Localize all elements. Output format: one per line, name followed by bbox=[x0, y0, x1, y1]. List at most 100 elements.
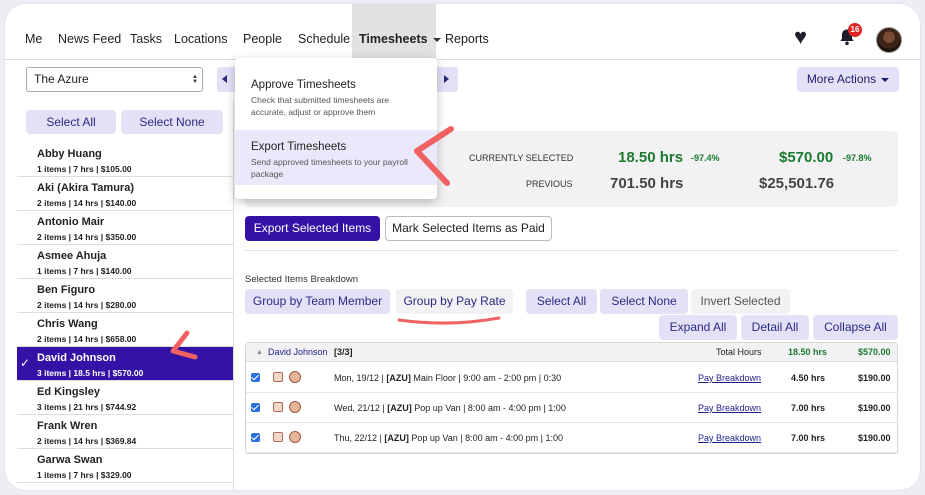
caret-down-icon bbox=[432, 37, 441, 42]
people-select-none-button[interactable]: Select None bbox=[121, 110, 223, 134]
person-item[interactable]: Garwa Swan 1 items | 7 hrs | $329.00 bbox=[17, 449, 233, 483]
group-by-team-button[interactable]: Group by Team Member bbox=[245, 289, 390, 314]
timesheet-icon bbox=[273, 372, 283, 382]
group-count: [3/3] bbox=[334, 347, 353, 357]
person-name: Frank Wren bbox=[37, 420, 98, 432]
person-item[interactable]: Ben Figuro 2 items | 14 hrs | $280.00 bbox=[17, 279, 233, 313]
person-summary: 1 items | 7 hrs | $140.00 bbox=[37, 266, 132, 276]
detail-all-button[interactable]: Detail All bbox=[741, 315, 809, 340]
pay-icon bbox=[289, 401, 301, 413]
shift-date: Wed, 21/12 | bbox=[334, 403, 388, 413]
currently-selected-label: CURRENTLY SELECTED bbox=[469, 153, 574, 163]
nav-reports[interactable]: Reports bbox=[445, 4, 489, 60]
person-summary: 2 items | 14 hrs | $140.00 bbox=[37, 198, 137, 208]
person-summary: 2 items | 14 hrs | $280.00 bbox=[37, 300, 137, 310]
avatar[interactable] bbox=[876, 27, 902, 53]
person-name: Asmee Ahuja bbox=[37, 250, 107, 262]
person-item[interactable]: Chris Wang 2 items | 14 hrs | $658.00 bbox=[17, 313, 233, 347]
export-selected-button[interactable]: Export Selected Items bbox=[245, 216, 380, 241]
group-header[interactable]: ▲ David Johnson [3/3] Total Hours 18.50 … bbox=[246, 343, 897, 362]
arrow-left-icon bbox=[222, 75, 227, 83]
person-item[interactable]: ✓ David Johnson 3 items | 18.5 hrs | $570.… bbox=[17, 347, 233, 381]
shift-description: Pop up Van | 8:00 am - 4:00 pm | 1:00 bbox=[408, 433, 563, 443]
heart-icon[interactable]: ♥ bbox=[794, 26, 807, 48]
row-hours: 7.00 hrs bbox=[791, 433, 826, 443]
shift-description: Main Floor | 9:00 am - 2:00 pm | 0:30 bbox=[410, 373, 562, 383]
person-summary: 1 items | 7 hrs | $329.00 bbox=[37, 470, 132, 480]
pay-breakdown-link[interactable]: Pay Breakdown bbox=[698, 433, 761, 443]
person-item[interactable]: Antonio Mair 2 items | 14 hrs | $350.00 bbox=[17, 211, 233, 245]
annotation-underline bbox=[397, 316, 501, 325]
collapse-all-button[interactable]: Collapse All bbox=[813, 315, 898, 340]
group-by-pay-rate-button[interactable]: Group by Pay Rate bbox=[396, 289, 513, 314]
person-name: David Johnson bbox=[37, 352, 116, 364]
top-nav: Me News Feed Tasks Locations People Sche… bbox=[5, 4, 920, 60]
timesheet-row: Thu, 22/12 | [AZU] Pop up Van | 8:00 am … bbox=[246, 423, 897, 453]
person-name: Aki (Akira Tamura) bbox=[37, 182, 134, 194]
person-name: Ben Figuro bbox=[37, 284, 96, 296]
person-item[interactable]: Asmee Ahuja 1 items | 7 hrs | $140.00 bbox=[17, 245, 233, 279]
menu-approve-timesheets[interactable]: Approve Timesheets Check that submitted … bbox=[235, 68, 437, 126]
current-amount-change: -97.8% bbox=[843, 153, 872, 163]
people-list: Abby Huang 1 items | 7 hrs | $105.00 Aki (… bbox=[17, 143, 233, 483]
nav-locations[interactable]: Locations bbox=[174, 4, 228, 60]
mark-paid-button[interactable]: Mark Selected Items as Paid bbox=[385, 216, 552, 241]
person-item[interactable]: Abby Huang 1 items | 7 hrs | $105.00 bbox=[17, 143, 233, 177]
shift-details: Mon, 19/12 | [AZU] Main Floor | 9:00 am … bbox=[334, 373, 561, 383]
check-icon: ✓ bbox=[20, 356, 31, 370]
person-item[interactable]: Frank Wren 2 items | 14 hrs | $369.84 bbox=[17, 415, 233, 449]
timesheet-icon bbox=[273, 402, 283, 412]
previous-label: PREVIOUS bbox=[526, 179, 573, 189]
notification-badge: 16 bbox=[848, 23, 862, 37]
select-none-button[interactable]: Select None bbox=[600, 289, 688, 314]
people-select-all-button[interactable]: Select All bbox=[26, 110, 116, 134]
more-actions-button[interactable]: More Actions bbox=[797, 67, 899, 92]
invert-selected-button[interactable]: Invert Selected bbox=[691, 289, 790, 314]
nav-timesheets[interactable]: Timesheets bbox=[352, 4, 441, 60]
app-window: Me News Feed Tasks Locations People Sche… bbox=[4, 3, 921, 491]
nav-people[interactable]: People bbox=[243, 4, 282, 60]
current-amount: $570.00 bbox=[779, 149, 834, 166]
expand-all-button[interactable]: Expand All bbox=[659, 315, 737, 340]
shift-location-code: [AZU] bbox=[384, 433, 409, 443]
pay-breakdown-link[interactable]: Pay Breakdown bbox=[698, 373, 761, 383]
next-period-button[interactable] bbox=[436, 67, 458, 92]
row-checkbox[interactable] bbox=[251, 403, 260, 412]
pay-breakdown-link[interactable]: Pay Breakdown bbox=[698, 403, 761, 413]
collapse-triangle-icon[interactable]: ▲ bbox=[256, 343, 263, 362]
group-total-hours: 18.50 hrs bbox=[788, 347, 828, 357]
person-summary: 3 items | 18.5 hrs | $570.00 bbox=[37, 368, 144, 378]
location-select[interactable]: The Azure ▲ ▼ bbox=[26, 67, 203, 92]
shift-location-code: [AZU] bbox=[387, 403, 412, 413]
sidebar-divider bbox=[233, 101, 234, 490]
person-summary: 2 items | 14 hrs | $369.84 bbox=[37, 436, 137, 446]
timesheet-icon bbox=[273, 432, 283, 442]
person-summary: 2 items | 14 hrs | $350.00 bbox=[37, 232, 137, 242]
nav-me[interactable]: Me bbox=[25, 4, 42, 60]
menu-export-timesheets[interactable]: Export Timesheets Send approved timeshee… bbox=[235, 130, 437, 185]
nav-timesheets-label: Timesheets bbox=[359, 32, 428, 46]
person-item[interactable]: Ed Kingsley 3 items | 21 hrs | $744.92 bbox=[17, 381, 233, 415]
shift-date: Mon, 19/12 | bbox=[334, 373, 387, 383]
person-summary: 3 items | 21 hrs | $744.92 bbox=[37, 402, 137, 412]
menu-approve-title: Approve Timesheets bbox=[251, 79, 356, 91]
pay-icon bbox=[289, 431, 301, 443]
breakdown-panel: ▲ David Johnson [3/3] Total Hours 18.50 … bbox=[245, 342, 898, 454]
nav-news-feed[interactable]: News Feed bbox=[58, 4, 121, 60]
nav-tasks[interactable]: Tasks bbox=[130, 4, 162, 60]
row-amount: $190.00 bbox=[858, 433, 891, 443]
nav-schedule[interactable]: Schedule bbox=[298, 4, 350, 60]
shift-description: Pop up Van | 8:00 am - 4:00 pm | 1:00 bbox=[411, 403, 566, 413]
select-all-button[interactable]: Select All bbox=[526, 289, 597, 314]
row-hours: 4.50 hrs bbox=[791, 373, 826, 383]
current-hours: 18.50 hrs bbox=[618, 149, 684, 166]
shift-details: Thu, 22/12 | [AZU] Pop up Van | 8:00 am … bbox=[334, 433, 563, 443]
person-item[interactable]: Aki (Akira Tamura) 2 items | 14 hrs | $14… bbox=[17, 177, 233, 211]
group-total-amount: $570.00 bbox=[858, 347, 891, 357]
person-name: Garwa Swan bbox=[37, 454, 103, 466]
caret-down-icon bbox=[881, 77, 890, 82]
current-hours-change: -97.4% bbox=[691, 153, 720, 163]
row-checkbox[interactable] bbox=[251, 373, 260, 382]
timesheets-dropdown: Approve Timesheets Check that submitted … bbox=[235, 58, 437, 199]
row-checkbox[interactable] bbox=[251, 433, 260, 442]
